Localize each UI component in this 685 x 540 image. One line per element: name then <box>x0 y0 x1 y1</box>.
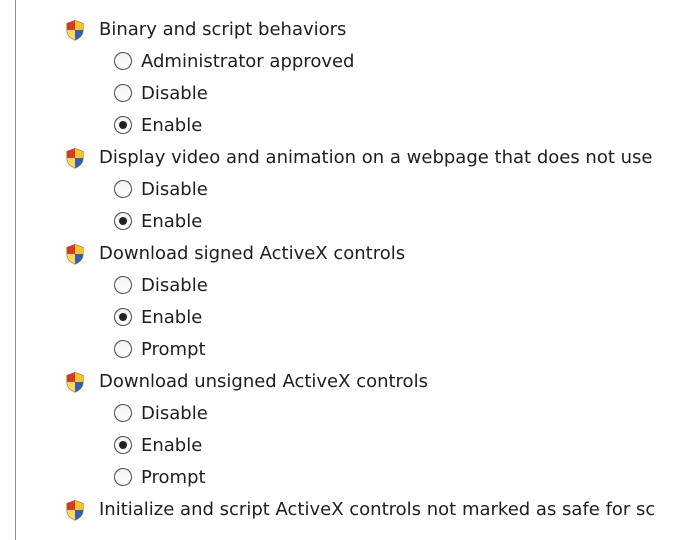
security-shield-icon <box>64 243 86 265</box>
radio-dot-icon <box>118 312 127 321</box>
radio-button[interactable] <box>114 276 132 294</box>
setting-category: Initialize and script ActiveX controls n… <box>64 494 685 526</box>
radio-button-selected[interactable] <box>114 212 132 230</box>
radio-option-label[interactable]: Enable <box>141 302 202 334</box>
radio-option[interactable]: Enable <box>64 110 685 142</box>
radio-button[interactable] <box>114 468 132 486</box>
radio-option-label[interactable]: Prompt <box>141 462 206 494</box>
radio-button-selected[interactable] <box>114 116 132 134</box>
radio-option-label[interactable]: Enable <box>141 110 202 142</box>
radio-option[interactable]: Administrator approved <box>64 46 685 78</box>
setting-category-label: Download signed ActiveX controls <box>99 243 406 264</box>
radio-option-label[interactable]: Disable <box>141 398 208 430</box>
radio-option-label[interactable]: Enable <box>141 430 202 462</box>
radio-dot-icon <box>118 440 127 449</box>
radio-option[interactable]: Disable <box>64 398 685 430</box>
setting-category-label: Binary and script behaviors <box>99 19 347 40</box>
radio-option[interactable]: Disable <box>64 270 685 302</box>
setting-category: Display video and animation on a webpage… <box>64 142 685 174</box>
radio-button[interactable] <box>114 340 132 358</box>
security-settings-list: Binary and script behaviors Administrator… <box>64 14 685 526</box>
radio-dot-icon <box>118 120 127 129</box>
security-settings-list-panel: Binary and script behaviors Administrator… <box>15 0 685 540</box>
radio-button[interactable] <box>114 180 132 198</box>
security-shield-icon <box>64 147 86 169</box>
radio-button[interactable] <box>114 84 132 102</box>
setting-category: Download signed ActiveX controls <box>64 238 685 270</box>
radio-option-label[interactable]: Disable <box>141 174 208 206</box>
radio-option[interactable]: Enable <box>64 302 685 334</box>
radio-button[interactable] <box>114 52 132 70</box>
radio-button[interactable] <box>114 404 132 422</box>
radio-option[interactable]: Prompt <box>64 334 685 366</box>
radio-option[interactable]: Disable <box>64 78 685 110</box>
setting-category: Download unsigned ActiveX controls <box>64 366 685 398</box>
radio-option-label[interactable]: Prompt <box>141 334 206 366</box>
security-shield-icon <box>64 371 86 393</box>
radio-option[interactable]: Enable <box>64 206 685 238</box>
setting-category-label: Download unsigned ActiveX controls <box>99 371 428 392</box>
radio-option-label[interactable]: Disable <box>141 270 208 302</box>
setting-category-label: Display video and animation on a webpage… <box>99 147 653 168</box>
security-shield-icon <box>64 499 86 521</box>
setting-category-label: Initialize and script ActiveX controls n… <box>99 499 656 520</box>
radio-button-selected[interactable] <box>114 308 132 326</box>
setting-category: Binary and script behaviors <box>64 14 685 46</box>
security-shield-icon <box>64 19 86 41</box>
radio-option[interactable]: Disable <box>64 174 685 206</box>
radio-option-label[interactable]: Enable <box>141 206 202 238</box>
radio-button-selected[interactable] <box>114 436 132 454</box>
radio-option[interactable]: Prompt <box>64 462 685 494</box>
radio-option[interactable]: Enable <box>64 430 685 462</box>
radio-option-label[interactable]: Disable <box>141 78 208 110</box>
radio-dot-icon <box>118 216 127 225</box>
radio-option-label[interactable]: Administrator approved <box>141 46 354 78</box>
